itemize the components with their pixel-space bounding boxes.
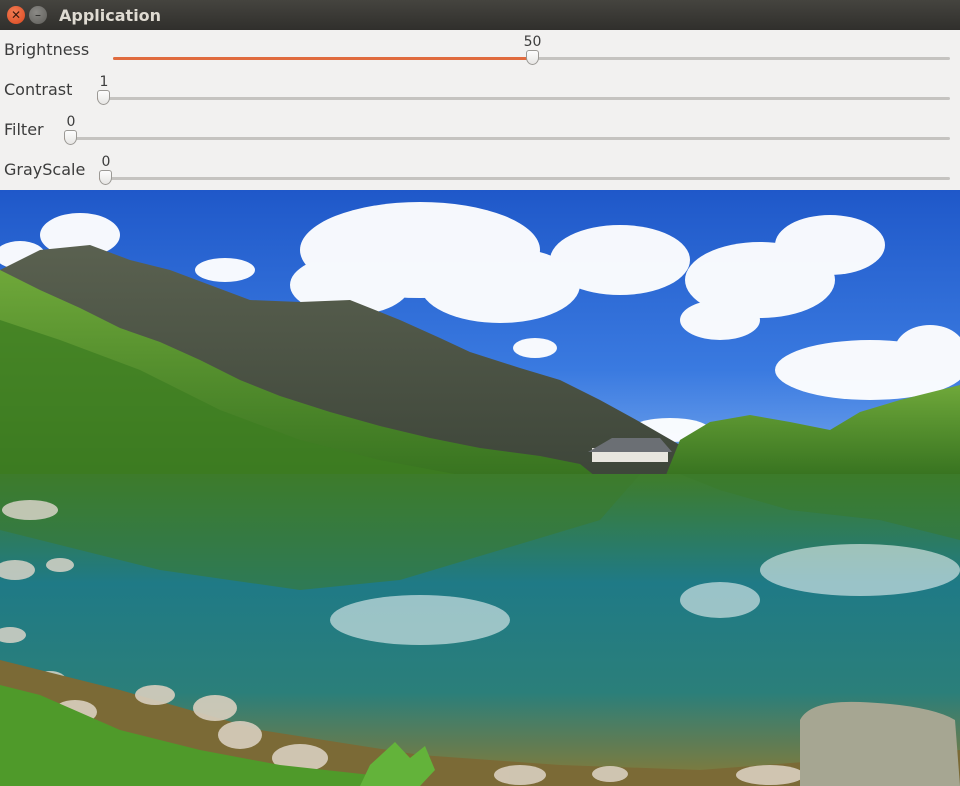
grayscale-row: GrayScale 0 xyxy=(0,150,960,190)
close-icon[interactable]: ✕ xyxy=(7,6,25,24)
brightness-value: 50 xyxy=(523,34,542,50)
brightness-slider-fill xyxy=(113,57,532,60)
brightness-label: Brightness xyxy=(4,40,90,59)
grayscale-slider[interactable] xyxy=(99,177,950,180)
brightness-row: Brightness 50 xyxy=(0,30,960,70)
grayscale-label: GrayScale xyxy=(4,160,86,179)
title-bar: ✕ – Application xyxy=(0,0,960,30)
contrast-label: Contrast xyxy=(4,80,73,99)
contrast-row: Contrast 1 xyxy=(0,70,960,110)
filter-label: Filter xyxy=(4,120,44,139)
filter-slider-handle[interactable] xyxy=(64,130,77,145)
window-title: Application xyxy=(59,6,162,25)
filter-value: 0 xyxy=(66,114,76,130)
contrast-slider-handle[interactable] xyxy=(97,90,110,105)
grayscale-value: 0 xyxy=(101,154,111,170)
brightness-slider-handle[interactable] xyxy=(525,50,539,65)
filter-row: Filter 0 xyxy=(0,110,960,150)
controls-panel: Brightness 50 Contrast 1 Filter 0 GraySc… xyxy=(0,30,960,190)
filter-slider[interactable] xyxy=(64,137,950,140)
minimize-icon[interactable]: – xyxy=(29,6,47,24)
grayscale-slider-handle[interactable] xyxy=(99,170,112,185)
contrast-slider[interactable] xyxy=(97,97,950,100)
contrast-value: 1 xyxy=(99,74,109,90)
landscape-image xyxy=(0,190,960,786)
